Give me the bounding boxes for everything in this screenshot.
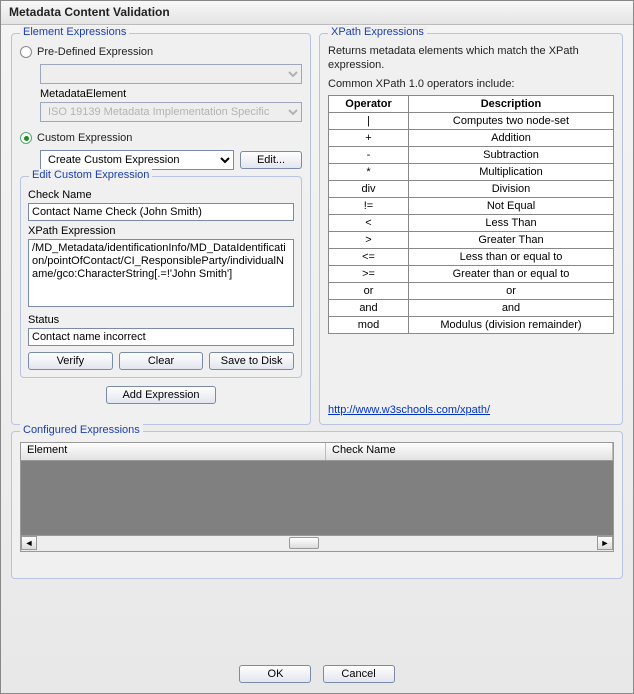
predefined-radio[interactable] xyxy=(20,46,32,58)
operator-cell: != xyxy=(329,197,409,214)
xpath-link[interactable]: http://www.w3schools.com/xpath/ xyxy=(328,404,490,416)
window-title: Metadata Content Validation xyxy=(9,5,170,19)
check-name-input[interactable] xyxy=(28,203,294,221)
table-row: +Addition xyxy=(329,129,614,146)
custom-expression-dropdown[interactable]: Create Custom Expression xyxy=(40,150,234,170)
table-row: modModulus (division remainder) xyxy=(329,316,614,333)
configured-header: Element Check Name xyxy=(21,443,613,461)
operator-cell: mod xyxy=(329,316,409,333)
clear-button[interactable]: Clear xyxy=(119,352,204,370)
operator-cell: + xyxy=(329,129,409,146)
xpath-link-row: http://www.w3schools.com/xpath/ xyxy=(328,404,614,416)
custom-expression-row: Create Custom Expression Edit... xyxy=(40,150,302,170)
description-cell: or xyxy=(409,282,614,299)
xpath-subhead: Common XPath 1.0 operators include: xyxy=(328,77,614,91)
table-row: *Multiplication xyxy=(329,163,614,180)
metadata-element-dropdown: ISO 19139 Metadata Implementation Specif… xyxy=(40,102,302,122)
description-cell: Less Than xyxy=(409,214,614,231)
description-cell: Greater Than xyxy=(409,231,614,248)
operator-cell: or xyxy=(329,282,409,299)
xpath-expression-label: XPath Expression xyxy=(28,225,294,237)
predefined-sub: MetadataElement ISO 19139 Metadata Imple… xyxy=(40,64,302,122)
add-expression-button[interactable]: Add Expression xyxy=(106,386,216,404)
configured-table: Element Check Name ◄ ► xyxy=(20,442,614,552)
description-cell: Modulus (division remainder) xyxy=(409,316,614,333)
operator-cell: >= xyxy=(329,265,409,282)
add-expression-row: Add Expression xyxy=(20,386,302,404)
edit-button-row: Verify Clear Save to Disk xyxy=(28,352,294,370)
element-expressions-group: Element Expressions Pre-Defined Expressi… xyxy=(11,33,311,425)
verify-button[interactable]: Verify xyxy=(28,352,113,370)
operator-cell: < xyxy=(329,214,409,231)
operators-table: Operator Description |Computes two node-… xyxy=(328,95,614,334)
check-name-label: Check Name xyxy=(28,189,294,201)
metadata-element-label: MetadataElement xyxy=(40,88,302,100)
top-row: Element Expressions Pre-Defined Expressi… xyxy=(11,33,623,425)
table-row: -Subtraction xyxy=(329,146,614,163)
xpath-expression-textarea[interactable]: /MD_Metadata/identificationInfo/MD_DataI… xyxy=(28,239,294,307)
content-area: Element Expressions Pre-Defined Expressi… xyxy=(1,25,633,657)
configured-hscrollbar[interactable]: ◄ ► xyxy=(21,535,613,551)
predefined-radio-row[interactable]: Pre-Defined Expression xyxy=(20,46,302,58)
custom-radio[interactable] xyxy=(20,132,32,144)
save-to-disk-button[interactable]: Save to Disk xyxy=(209,352,294,370)
description-cell: Subtraction xyxy=(409,146,614,163)
table-row: <=Less than or equal to xyxy=(329,248,614,265)
configured-expressions-group: Configured Expressions Element Check Nam… xyxy=(11,431,623,579)
scroll-track[interactable] xyxy=(37,536,597,550)
table-row: >=Greater than or equal to xyxy=(329,265,614,282)
edit-custom-group: Edit Custom Expression Check Name XPath … xyxy=(20,176,302,378)
edit-button[interactable]: Edit... xyxy=(240,151,302,169)
operators-th-description: Description xyxy=(409,95,614,112)
description-cell: Greater than or equal to xyxy=(409,265,614,282)
description-cell: Not Equal xyxy=(409,197,614,214)
predefined-label: Pre-Defined Expression xyxy=(37,46,153,58)
table-row: oror xyxy=(329,282,614,299)
title-bar: Metadata Content Validation xyxy=(1,1,633,25)
description-cell: Addition xyxy=(409,129,614,146)
scroll-left-button[interactable]: ◄ xyxy=(21,536,37,550)
table-row: !=Not Equal xyxy=(329,197,614,214)
configured-body[interactable] xyxy=(21,461,613,535)
xpath-expressions-group: XPath Expressions Returns metadata eleme… xyxy=(319,33,623,425)
custom-radio-row[interactable]: Custom Expression xyxy=(20,132,302,144)
table-row: divDivision xyxy=(329,180,614,197)
configured-legend: Configured Expressions xyxy=(20,424,143,436)
dialog-window: Metadata Content Validation Element Expr… xyxy=(0,0,634,694)
scroll-thumb[interactable] xyxy=(289,537,319,549)
operator-cell: > xyxy=(329,231,409,248)
ok-button[interactable]: OK xyxy=(239,665,311,683)
table-row: <Less Than xyxy=(329,214,614,231)
element-expressions-legend: Element Expressions xyxy=(20,26,129,38)
operators-th-operator: Operator xyxy=(329,95,409,112)
status-input[interactable] xyxy=(28,328,294,346)
operator-cell: | xyxy=(329,112,409,129)
description-cell: Computes two node-set xyxy=(409,112,614,129)
predefined-dropdown xyxy=(40,64,302,84)
operator-cell: div xyxy=(329,180,409,197)
xpath-expressions-legend: XPath Expressions xyxy=(328,26,427,38)
xpath-desc: Returns metadata elements which match th… xyxy=(328,44,614,73)
footer: OK Cancel xyxy=(1,657,633,693)
table-row: andand xyxy=(329,299,614,316)
description-cell: Less than or equal to xyxy=(409,248,614,265)
table-row: |Computes two node-set xyxy=(329,112,614,129)
operator-cell: - xyxy=(329,146,409,163)
table-row: >Greater Than xyxy=(329,231,614,248)
configured-col-element[interactable]: Element xyxy=(21,443,326,460)
description-cell: and xyxy=(409,299,614,316)
operator-cell: and xyxy=(329,299,409,316)
description-cell: Multiplication xyxy=(409,163,614,180)
cancel-button[interactable]: Cancel xyxy=(323,665,395,683)
configured-col-checkname[interactable]: Check Name xyxy=(326,443,613,460)
status-label: Status xyxy=(28,314,294,326)
custom-label: Custom Expression xyxy=(37,132,132,144)
operator-cell: * xyxy=(329,163,409,180)
description-cell: Division xyxy=(409,180,614,197)
edit-custom-legend: Edit Custom Expression xyxy=(29,169,152,181)
scroll-right-button[interactable]: ► xyxy=(597,536,613,550)
operator-cell: <= xyxy=(329,248,409,265)
